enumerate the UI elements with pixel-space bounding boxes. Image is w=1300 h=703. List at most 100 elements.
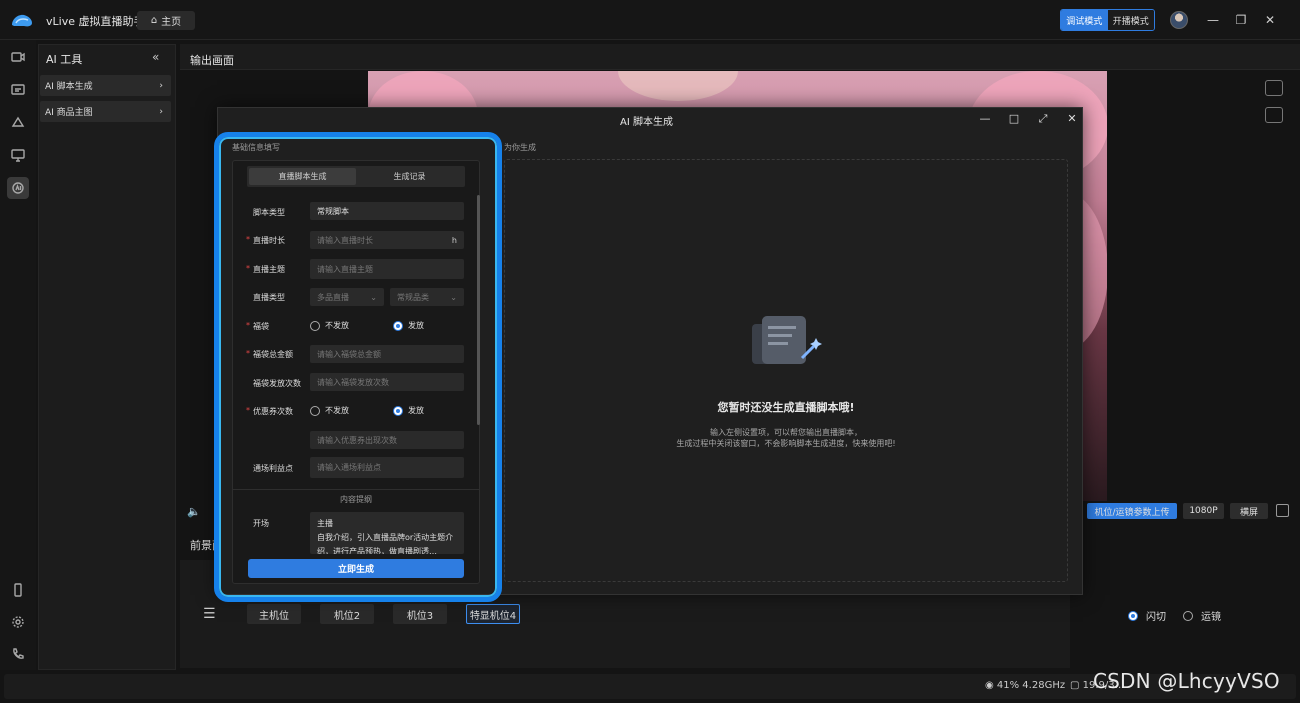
topic-input[interactable]: 请输入直播主题 [310,259,464,279]
topic-label: 直播主题 [246,264,285,275]
cut-mode-radio[interactable] [1128,610,1138,621]
dialog-maximize-icon[interactable]: □ [1006,112,1022,125]
empty-state-desc-1: 输入左侧设置项，可以帮您输出直播脚本， [710,428,862,437]
ai-item-label: AI 商品主图 [45,108,93,118]
camera-settings-sliders-icon[interactable]: ☰ [203,606,216,622]
bag-times-input[interactable]: 请输入福袋发放次数 [310,373,464,391]
script-type-select[interactable]: 常规脚本 [310,202,464,220]
tab-script-generate[interactable]: 直播脚本生成 [249,168,356,185]
dialog-title: AI 脚本生成 [620,117,673,128]
phone-icon[interactable] [7,579,29,601]
generate-now-button[interactable]: 立即生成 [248,559,464,578]
bag-amount-input[interactable]: 请输入福袋总金额 [310,345,464,363]
ai-item-script[interactable]: AI 脚本生成 › [40,75,171,96]
generate-section-label: 为你生成 [504,143,536,152]
move-mode-option[interactable]: 运镜 [1183,608,1221,623]
user-avatar[interactable] [1170,11,1188,29]
ai-tools-panel [38,44,176,670]
cut-mode-option[interactable]: 闪切 [1128,608,1166,623]
coupon-no-radio[interactable] [310,405,320,416]
home-tab-label: 主页 [161,17,182,28]
live-type-value: 多品直播 [317,292,349,302]
output-header [180,44,1300,70]
settings-gear-icon[interactable] [7,611,29,633]
empty-state-desc-2: 生成过程中关闭该窗口，不会影响脚本生成进度，快来使用吧! [676,439,896,448]
snapshot-camera-icon[interactable] [1265,107,1283,123]
script-type-label: 脚本类型 [253,208,285,217]
coupon-yes-radio[interactable] [393,405,403,416]
duration-unit: h [451,235,457,245]
chevron-right-icon: › [159,80,163,91]
camera-2-button[interactable]: 机位2 [320,604,374,624]
dialog-close-icon[interactable]: ✕ [1064,112,1080,125]
duration-input[interactable]: 请输入直播时长 h [310,231,464,249]
outline-divider [232,489,480,490]
opening-textarea[interactable]: 主播 自我介绍，引入直播品牌or活动主题介绍，进行产品预热，做直播剧透… [310,512,464,554]
bag-no-radio[interactable] [310,320,320,331]
shape-icon[interactable] [7,111,29,133]
chevron-right-icon: › [159,106,163,117]
opening-label: 开场 [253,519,269,528]
orientation-select[interactable]: 横屏 [1230,503,1268,519]
layout-icon[interactable] [1276,504,1289,517]
camera-param-upload-button[interactable]: 机位/运镜参数上传 [1087,503,1177,519]
dialog-minimize-icon[interactable]: — [977,112,993,125]
mode-switch: 调试模式 开播模式 [1060,9,1155,31]
camera-main-button[interactable]: 主机位 [247,604,301,624]
resolution-select[interactable]: 1080P [1183,503,1224,519]
live-type-select[interactable]: 多品直播 ⌄ [310,288,384,306]
dialog-expand-icon[interactable]: ⤢ [1035,112,1051,126]
record-video-icon[interactable] [1265,80,1283,96]
camera-3-button[interactable]: 机位3 [393,604,447,624]
coupon-no-option[interactable]: 不发放 [310,405,349,416]
home-tab[interactable]: ⌂ 主页 [137,11,195,30]
bag-no-label: 不发放 [325,321,349,330]
benefit-label: 通场利益点 [253,464,293,473]
monitor-icon[interactable] [7,144,29,166]
restore-icon[interactable]: ❐ [1231,10,1251,30]
form-section-label: 基础信息填写 [232,143,280,152]
category-value: 常规品类 [397,292,429,302]
output-title: 输出画面 [190,54,234,67]
bag-yes-radio[interactable] [393,320,403,331]
coupon-yes-label: 发放 [408,406,424,415]
live-type-label: 直播类型 [253,293,285,302]
form-tabs: 直播脚本生成 生成记录 [247,166,465,187]
outline-label: 内容提纲 [340,495,372,504]
empty-state-title: 您暂时还没生成直播脚本哦! [717,401,855,414]
close-icon[interactable]: ✕ [1260,10,1280,30]
collapse-double-chevron-icon[interactable]: « [152,50,159,64]
ai-item-product-image[interactable]: AI 商品主图 › [40,101,171,122]
coupon-times-input[interactable]: 请输入优惠券出现次数 [310,431,464,449]
speaker-icon[interactable]: 🔈 [187,505,201,518]
tab-history[interactable]: 生成记录 [356,168,463,185]
coupon-yes-option[interactable]: 发放 [393,405,424,416]
camera-4-button[interactable]: 特显机位4 [466,604,520,624]
debug-mode-button[interactable]: 调试模式 [1061,10,1108,30]
opening-role: 主播 [317,519,333,528]
support-call-icon[interactable] [7,643,29,665]
bag-no-option[interactable]: 不发放 [310,320,349,331]
cpu-status-text: 41% 4.28GHz [996,680,1066,691]
benefit-input[interactable]: 请输入通场利益点 [310,457,464,478]
minimize-icon[interactable]: — [1203,10,1223,30]
ai-tools-icon[interactable] [7,177,29,199]
app-logo-icon [12,14,32,27]
left-rail [0,40,36,670]
live-mode-button[interactable]: 开播模式 [1107,10,1154,30]
move-mode-radio[interactable] [1183,610,1193,621]
watermark: CSDN @LhcyyVSO [1093,669,1280,693]
cpu-status: ◉ 41% 4.28GHz [985,680,1066,691]
cut-mode-label: 闪切 [1146,612,1166,623]
chevron-down-icon: ⌄ [450,292,457,302]
scene-icon[interactable] [7,46,29,68]
form-scrollbar[interactable] [477,195,480,425]
bag-times-label: 福袋发放次数 [253,379,301,388]
ai-panel-title: AI 工具 [46,53,83,66]
duration-label: 直播时长 [246,235,285,246]
ai-item-label: AI 脚本生成 [45,82,93,92]
bag-yes-option[interactable]: 发放 [393,320,424,331]
category-select[interactable]: 常规品类 ⌄ [390,288,464,306]
media-icon[interactable] [7,79,29,101]
home-icon: ⌂ [150,15,158,26]
